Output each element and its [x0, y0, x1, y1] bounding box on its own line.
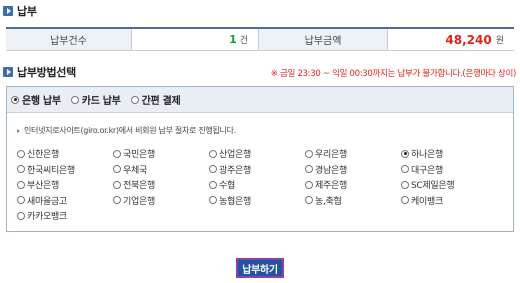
bank-option[interactable]: 경남은행 [305, 162, 401, 178]
bank-option[interactable]: 제주은행 [305, 177, 401, 193]
bank-label: 광주은행 [219, 165, 251, 176]
bank-label: 농협은행 [219, 196, 251, 207]
bank-label: 기업은행 [123, 196, 155, 207]
bank-option[interactable]: 전북은행 [113, 177, 209, 193]
section-arrow-icon [3, 67, 13, 77]
service-hours-notice: ※ 금일 23:30 ~ 익일 00:30까지는 납부가 불가합니다.(은행마다… [270, 69, 517, 79]
bank-options: 신한은행 국민은행 산업은행 우리은행 하나은행한국씨티은행 우체국 광주은행 경남은행 대구은… [17, 146, 507, 224]
bank-label: SC제일은행 [411, 181, 455, 192]
method-tab-label: 간편 결제 [141, 96, 181, 107]
bank-option[interactable]: 농,축협 [305, 193, 401, 209]
radio-button[interactable] [17, 165, 25, 174]
bank-option[interactable]: 농협은행 [209, 193, 305, 209]
count-value-cell: 1 건 [131, 29, 259, 50]
bank-option[interactable]: 부산은행 [17, 177, 113, 193]
radio-button[interactable] [113, 180, 121, 189]
pay-button[interactable]: 납부하기 [236, 258, 284, 278]
bank-label: 신한은행 [27, 150, 59, 161]
radio-button[interactable] [305, 180, 313, 189]
giro-info-text: 인터넷지로사이트(giro.or.kr)에서 비회원 납부 절차로 진행됩니다. [24, 126, 236, 135]
radio-button[interactable] [113, 196, 121, 205]
method-tab-2[interactable]: 간편 결제 [130, 92, 181, 107]
bullet-arrow-icon [17, 128, 20, 133]
bank-option[interactable]: 수협 [209, 177, 305, 193]
bank-option[interactable]: 대구은행 [401, 162, 497, 178]
section-arrow-icon [3, 6, 13, 16]
bank-option[interactable]: SC제일은행 [401, 177, 497, 193]
method-section-title: 납부방법선택 [17, 66, 76, 79]
method-tab-label: 카드 납부 [81, 96, 121, 107]
radio-button[interactable] [70, 95, 79, 104]
method-tab-1[interactable]: 카드 납부 [70, 92, 121, 107]
bank-label: 하나은행 [411, 150, 443, 161]
radio-button[interactable] [305, 165, 313, 174]
radio-button[interactable] [130, 95, 139, 104]
radio-button[interactable] [17, 149, 25, 158]
bank-label: 국민은행 [123, 150, 155, 161]
payment-section-title: 납부 [17, 5, 37, 18]
bank-option[interactable]: 카카오뱅크 [17, 208, 113, 224]
bank-label: 카카오뱅크 [27, 212, 67, 223]
radio-button[interactable] [209, 196, 217, 205]
bank-label: 제주은행 [315, 181, 347, 192]
radio-button[interactable] [17, 211, 25, 220]
bank-label: 농,축협 [315, 196, 342, 207]
bank-option[interactable]: 케이뱅크 [401, 193, 497, 209]
bank-label: 대구은행 [411, 165, 443, 176]
payment-method-panel: 은행 납부 카드 납부 간편 결제 인터넷지로사이트(giro.or.kr)에서 비… [6, 86, 514, 232]
bank-label: 수협 [219, 181, 235, 192]
bank-label: 부산은행 [27, 181, 59, 192]
bank-option[interactable]: 하나은행 [401, 146, 497, 162]
bank-option[interactable]: 산업은행 [209, 146, 305, 162]
radio-button[interactable] [11, 95, 19, 104]
radio-button[interactable] [401, 165, 409, 174]
radio-button[interactable] [305, 196, 313, 205]
giro-info: 인터넷지로사이트(giro.or.kr)에서 비회원 납부 절차로 진행됩니다. [17, 125, 236, 136]
bank-label: 우리은행 [315, 150, 347, 161]
bank-label: 케이뱅크 [411, 196, 443, 207]
radio-button[interactable] [17, 196, 25, 205]
method-tabs: 은행 납부 카드 납부 간편 결제 [7, 87, 513, 113]
bank-option[interactable]: 한국씨티은행 [17, 162, 113, 178]
payment-section-header: 납부 [3, 4, 37, 18]
radio-button[interactable] [209, 165, 217, 174]
method-tab-0[interactable]: 은행 납부 [11, 92, 61, 107]
bank-label: 우체국 [123, 165, 147, 176]
bank-option[interactable]: 새마을금고 [17, 193, 113, 209]
bank-option[interactable]: 신한은행 [17, 146, 113, 162]
bank-label: 산업은행 [219, 150, 251, 161]
radio-button[interactable] [209, 149, 217, 158]
method-tab-label: 은행 납부 [22, 96, 61, 107]
radio-button[interactable] [401, 180, 409, 189]
bank-label: 새마을금고 [27, 196, 67, 207]
count-label: 납부건수 [6, 29, 131, 50]
method-section-header: 납부방법선택 [3, 65, 76, 79]
bank-label: 경남은행 [315, 165, 347, 176]
radio-button[interactable] [17, 180, 25, 189]
radio-button[interactable] [113, 165, 121, 174]
payment-summary-table: 납부건수 1 건 납부금액 48,240 원 [6, 27, 514, 51]
radio-button[interactable] [209, 180, 217, 189]
bank-option[interactable]: 기업은행 [113, 193, 209, 209]
amount-unit: 원 [495, 36, 504, 46]
bank-label: 전북은행 [123, 181, 155, 192]
radio-button[interactable] [113, 149, 121, 158]
amount-label: 납부금액 [259, 29, 387, 50]
bank-option[interactable]: 우체국 [113, 162, 209, 178]
bank-option[interactable]: 우리은행 [305, 146, 401, 162]
bank-option[interactable]: 광주은행 [209, 162, 305, 178]
radio-button[interactable] [401, 149, 409, 158]
amount-value: 48,240 [445, 32, 492, 47]
count-value: 1 [229, 33, 237, 46]
amount-value-cell: 48,240 원 [387, 29, 514, 50]
bank-label: 한국씨티은행 [27, 165, 75, 176]
radio-button[interactable] [401, 196, 409, 205]
radio-button[interactable] [305, 149, 313, 158]
bank-option[interactable]: 국민은행 [113, 146, 209, 162]
count-unit: 건 [239, 36, 248, 46]
